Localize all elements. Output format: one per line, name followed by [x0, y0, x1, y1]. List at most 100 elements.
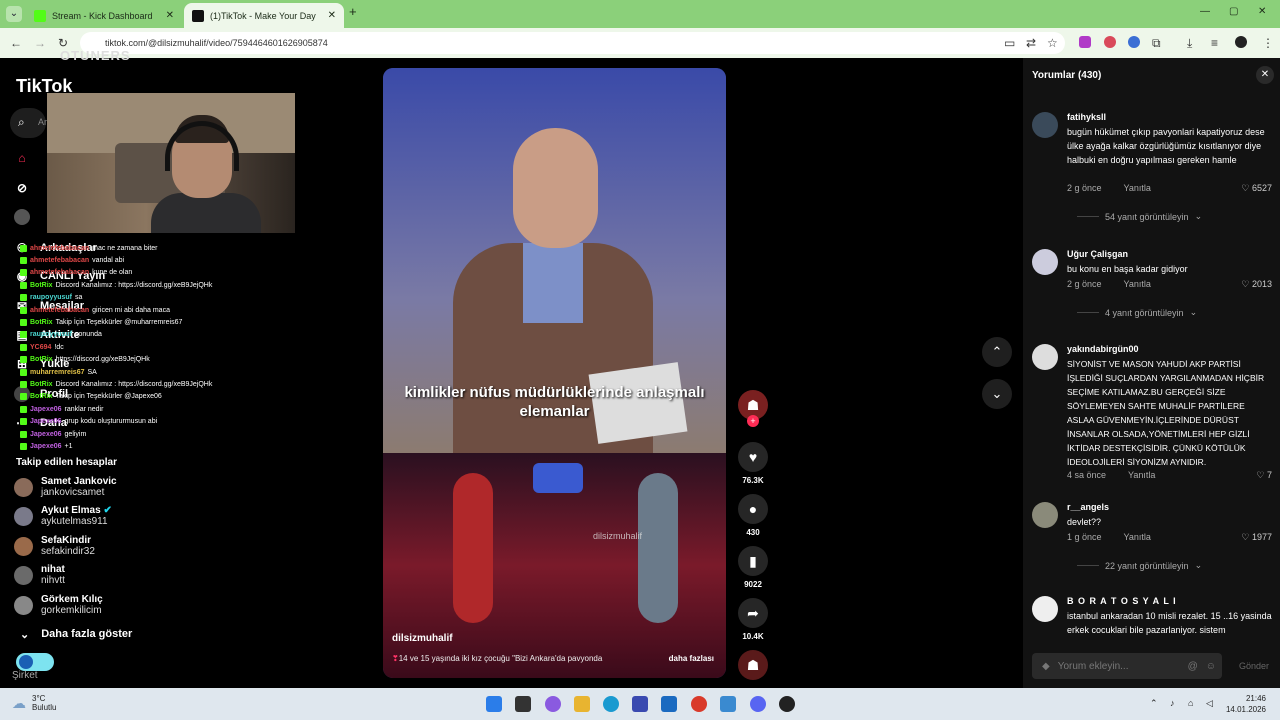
share-button[interactable]: ➦ 10.4K — [735, 598, 771, 641]
translate-icon[interactable]: ⇄ — [1026, 36, 1036, 50]
comment-input[interactable]: ◆ Yorum ekleyin... @ ☺ — [1032, 653, 1222, 679]
avatar — [14, 506, 33, 526]
avatar[interactable] — [1032, 502, 1058, 528]
microphone-icon[interactable]: ♪ — [1170, 698, 1175, 708]
speaker-shirt — [523, 243, 583, 323]
comment-author[interactable]: B O R A T O S Y A L I — [1067, 596, 1177, 606]
back-icon[interactable]: ← — [10, 36, 22, 50]
url-text[interactable]: tiktok.com/@dilsizmuhalif/video/75944646… — [105, 38, 328, 48]
close-tab-icon[interactable]: ✕ — [166, 10, 174, 21]
reply-button[interactable]: Yanıtla — [1124, 532, 1151, 542]
extension-icon[interactable] — [1128, 36, 1140, 48]
extension-icon[interactable] — [1079, 36, 1091, 48]
comment-button[interactable]: ● 430 — [735, 494, 771, 537]
following-account[interactable]: Görkem Kılıç gorkemkilicim — [14, 594, 103, 616]
reply-button[interactable]: Yanıtla — [1124, 183, 1151, 193]
video-more-link[interactable]: daha fazlası — [669, 654, 714, 663]
close-tab-icon[interactable]: ✕ — [328, 10, 336, 21]
save-button[interactable]: ▮ 9022 — [735, 546, 771, 589]
search-input[interactable]: ⌕ Ar — [10, 108, 47, 138]
next-video-button[interactable]: ⌄ — [982, 379, 1012, 409]
chat-badge-icon — [20, 380, 27, 388]
avatar[interactable] — [1032, 596, 1058, 622]
clock[interactable]: 21:46 14.01.2026 — [1226, 693, 1266, 715]
view-replies-button[interactable]: 22 yanıt görüntüleyin ⌄ — [1077, 560, 1202, 571]
follow-plus-icon[interactable]: + — [747, 415, 759, 427]
show-more-button[interactable]: ⌄ Daha fazla göster — [20, 628, 132, 641]
author-avatar-button[interactable]: ☗ + — [735, 390, 771, 427]
nav-explore[interactable]: ⊘ — [14, 180, 30, 196]
chat-message: Japexe06 +1 — [20, 440, 73, 452]
music-disc-button[interactable]: ☗ — [735, 650, 771, 680]
network-icon[interactable]: ⌂ — [1188, 698, 1193, 708]
start-icon[interactable] — [486, 696, 502, 712]
app-icon[interactable] — [720, 696, 736, 712]
emoji-icon[interactable]: ☺ — [1206, 661, 1216, 672]
tab-search-button[interactable]: ⌄ — [6, 6, 22, 22]
following-account[interactable]: nihat nihvtt — [14, 564, 65, 586]
store-icon[interactable] — [632, 696, 648, 712]
file-explorer-icon[interactable] — [574, 696, 590, 712]
weather-widget[interactable]: ☁ 3°C Bulutlu — [12, 694, 56, 712]
download-icon[interactable]: ⤓ — [1187, 36, 1192, 51]
discord-icon[interactable] — [750, 696, 766, 712]
task-view-icon[interactable] — [515, 696, 531, 712]
close-icon[interactable]: ✕ — [1256, 66, 1274, 84]
comment-author[interactable]: yakındabirgün00 — [1067, 344, 1139, 354]
send-button[interactable]: Gönder — [1239, 661, 1269, 671]
video-player[interactable]: kimlikler nüfus müdürlüklerinde anlaşmal… — [383, 68, 726, 678]
reply-button[interactable]: Yanıtla — [1124, 279, 1151, 289]
maximize-button[interactable]: ▢ — [1229, 6, 1238, 17]
close-window-button[interactable]: ✕ — [1258, 6, 1266, 17]
comment-author[interactable]: r__angels — [1067, 502, 1109, 512]
following-account[interactable]: SefaKindir sefakindir32 — [14, 535, 95, 557]
account-name: nihat — [41, 564, 65, 575]
minimize-button[interactable]: — — [1200, 6, 1210, 17]
divider — [1077, 312, 1099, 313]
comment-author[interactable]: fatihyksll — [1067, 112, 1106, 122]
comment-like-button[interactable]: ♡ 2013 — [1241, 279, 1272, 290]
comment-like-button[interactable]: ♡ 7 — [1256, 470, 1272, 481]
volume-icon[interactable]: ◁ — [1206, 698, 1213, 709]
nav-home[interactable]: ⌂ — [14, 150, 30, 166]
avatar[interactable] — [1032, 344, 1058, 370]
tab-kick-dashboard[interactable]: Stream - Kick Dashboard ✕ — [26, 3, 182, 28]
avatar[interactable] — [1032, 112, 1058, 138]
comment-like-button[interactable]: ♡ 1977 — [1241, 532, 1272, 543]
mention-icon[interactable]: @ — [1188, 661, 1198, 672]
tray-chevron-icon[interactable]: ⌃ — [1150, 698, 1158, 709]
extension-icon[interactable] — [1104, 36, 1116, 48]
following-account[interactable]: Aykut Elmas ✔ aykutelmas911 — [14, 505, 112, 527]
forward-icon[interactable]: → — [34, 36, 46, 50]
divider — [1077, 216, 1099, 217]
copilot-icon[interactable] — [545, 696, 561, 712]
like-button[interactable]: ♥ 76.3K — [735, 442, 771, 485]
reply-button[interactable]: Yanıtla — [1128, 470, 1155, 480]
edge-icon[interactable] — [603, 696, 619, 712]
bookmark-star-icon[interactable]: ☆ — [1047, 36, 1058, 50]
reading-list-icon[interactable]: ≡ — [1211, 36, 1218, 50]
previous-video-button[interactable]: ⌃ — [982, 337, 1012, 367]
comment-item: Uğur Çalişgan bu konu en başa kadar gidi… — [1032, 249, 1272, 319]
following-account[interactable]: Samet Jankovic jankovicsamet — [14, 476, 117, 498]
nav-following[interactable] — [14, 209, 30, 225]
new-tab-button[interactable]: + — [349, 4, 357, 19]
profile-avatar[interactable] — [1235, 36, 1247, 48]
tab-tiktok[interactable]: (1)TikTok - Make Your Day ✕ — [184, 3, 344, 28]
comment-like-button[interactable]: ♡ 6527 — [1241, 183, 1272, 194]
outlook-icon[interactable] — [661, 696, 677, 712]
address-bar[interactable]: tiktok.com/@dilsizmuhalif/video/75944646… — [80, 32, 1065, 54]
avatar[interactable] — [1032, 249, 1058, 275]
app-icon[interactable] — [779, 696, 795, 712]
toggle-pill[interactable] — [16, 653, 54, 671]
company-link[interactable]: Şirket — [12, 670, 38, 681]
video-author-username[interactable]: dilsizmuhalif — [392, 633, 453, 644]
comment-author[interactable]: Uğur Çalişgan — [1067, 249, 1128, 259]
view-replies-button[interactable]: 4 yanıt görüntüleyin ⌄ — [1077, 307, 1197, 318]
view-replies-button[interactable]: 54 yanıt görüntüleyin ⌄ — [1077, 211, 1202, 222]
extensions-puzzle-icon[interactable]: ⧉ — [1152, 36, 1161, 51]
menu-icon[interactable]: ⋮ — [1262, 36, 1274, 50]
cast-icon[interactable]: ▭ — [1004, 36, 1015, 50]
chrome-icon[interactable] — [691, 696, 707, 712]
chat-text: giricen mi abi daha maca — [92, 306, 170, 314]
